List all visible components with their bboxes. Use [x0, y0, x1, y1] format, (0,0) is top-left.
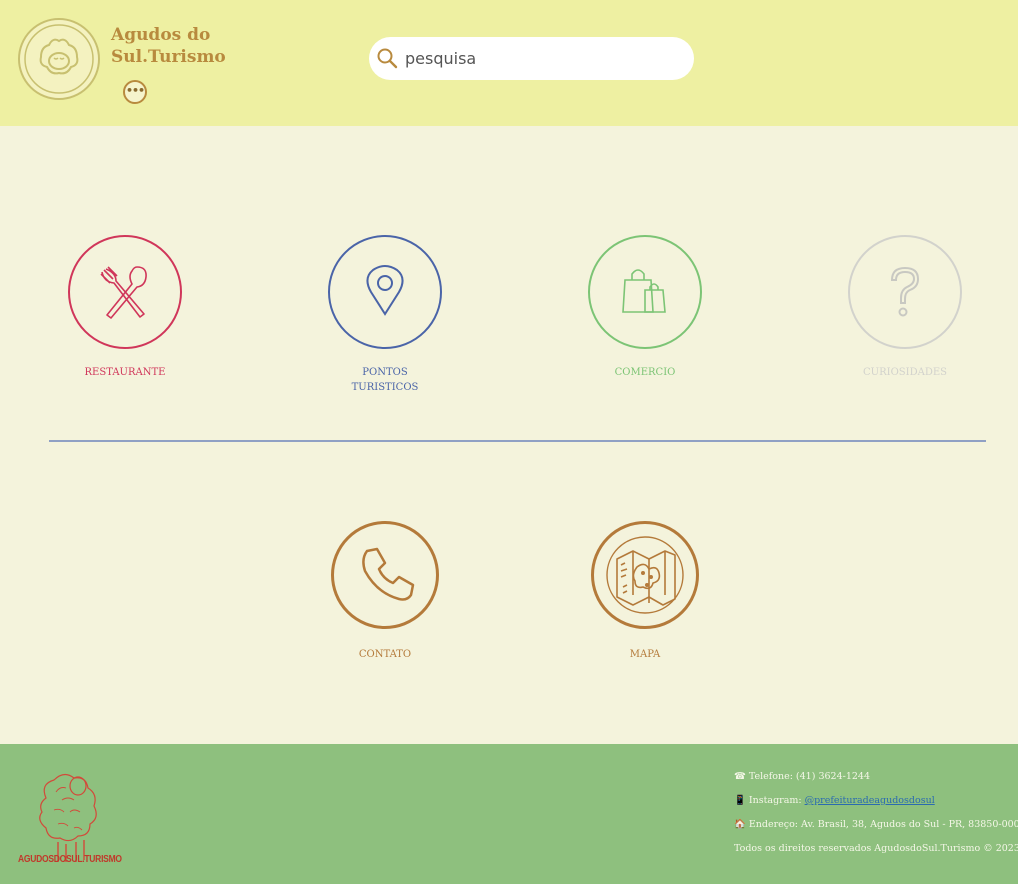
shopping-bags-icon: [622, 269, 666, 313]
instagram-link[interactable]: @prefeituradeagudosdosul: [805, 795, 935, 806]
question-mark-icon: [890, 266, 920, 317]
category-label: RESTAURANTE: [84, 367, 166, 378]
more-button[interactable]: •••: [123, 80, 147, 104]
curiosities-button[interactable]: [848, 235, 962, 349]
brand-title: Agudos do Sul.Turismo: [111, 25, 226, 67]
category-label: COMERCIO: [614, 367, 676, 378]
contact-button[interactable]: [331, 521, 439, 629]
search-icon: [377, 48, 398, 68]
category-comercio[interactable]: COMERCIO: [584, 235, 706, 380]
commerce-button[interactable]: [588, 235, 702, 349]
contact-label: CONTATO: [358, 649, 412, 660]
ellipsis-icon: •••: [125, 83, 145, 97]
phone-icon: [362, 547, 415, 601]
copyright-line: Todos os direitos reservados AgudosdoSul…: [734, 843, 1018, 854]
map-label: MAPA: [629, 649, 661, 660]
section-divider: [49, 440, 986, 442]
category-restaurante[interactable]: RESTAURANTE: [64, 235, 186, 380]
address-line: 🏠 Endereço: Av. Brasil, 38, Agudos do Su…: [734, 819, 1018, 830]
category-label: PONTOS TURISTICOS: [351, 367, 419, 393]
instagram-label: 📱 Instagram:: [734, 795, 805, 806]
contact-link[interactable]: CONTATO: [324, 521, 446, 662]
sheep-logo-icon[interactable]: [17, 17, 101, 101]
category-label: CURIOSIDADES: [863, 367, 947, 378]
footer: AGUDOSDOSUL.TURISMO ☎ Telefone: (41) 362…: [0, 744, 1018, 884]
fork-spoon-icon: [100, 266, 147, 319]
search-bar[interactable]: [369, 37, 694, 80]
category-pontos-turisticos[interactable]: PONTOS TURISTICOS: [324, 235, 446, 395]
location-pin-icon: [366, 265, 404, 316]
footer-brand: AGUDOSDOSUL.TURISMO: [18, 854, 122, 865]
header: Agudos do Sul.Turismo •••: [0, 0, 1018, 126]
category-curiosidades[interactable]: CURIOSIDADES: [840, 235, 970, 380]
restaurant-button[interactable]: [68, 235, 182, 349]
map-icon: [606, 536, 684, 614]
instagram-line: 📱 Instagram: @prefeituradeagudosdosul: [734, 795, 1018, 807]
phone-line: ☎ Telefone: (41) 3624-1244: [734, 771, 871, 782]
search-input[interactable]: [405, 49, 665, 68]
map-button[interactable]: [591, 521, 699, 629]
tourist-spots-button[interactable]: [328, 235, 442, 349]
map-link[interactable]: MAPA: [584, 521, 706, 662]
contact-info: ☎ Telefone: (41) 3624-1244 📱 Instagram: …: [734, 771, 1018, 867]
